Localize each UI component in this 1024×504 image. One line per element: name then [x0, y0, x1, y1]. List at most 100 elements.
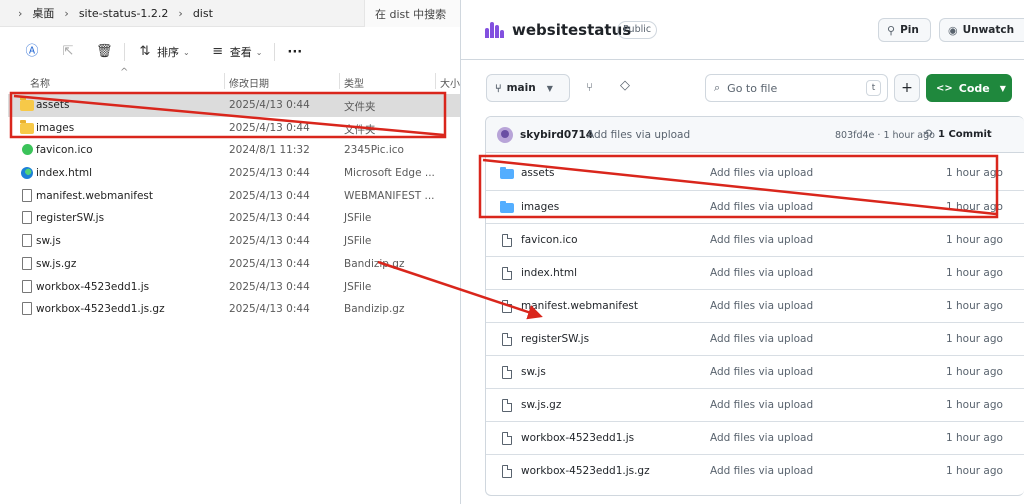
eye-icon: ◉: [948, 23, 958, 37]
repo-file-name[interactable]: workbox-4523edd1.js.gz: [521, 465, 650, 477]
repo-file-row[interactable]: registerSW.js Add files via upload 1 hou…: [486, 322, 1024, 355]
repo-file-row[interactable]: manifest.webmanifest Add files via uploa…: [486, 289, 1024, 322]
repo-file-name[interactable]: favicon.ico: [521, 234, 578, 246]
folder-icon: [20, 97, 34, 111]
file-date: 2025/4/13 0:44: [229, 235, 310, 248]
repo-file-time: 1 hour ago: [946, 300, 1003, 312]
repo-file-commit-message[interactable]: Add files via upload: [710, 201, 813, 213]
repo-file-name[interactable]: workbox-4523edd1.js: [521, 432, 634, 444]
repo-file-row[interactable]: assets Add files via upload 1 hour ago: [486, 157, 1024, 190]
commit-author[interactable]: skybird0714: [520, 129, 593, 141]
repo-file-name[interactable]: sw.js: [521, 366, 546, 378]
tags-icon[interactable]: ◇: [620, 78, 630, 93]
repo-file-name[interactable]: images: [521, 201, 559, 213]
repo-file-name[interactable]: sw.js.gz: [521, 399, 561, 411]
repo-header: websitestatus Public ⚲ Pin ◉ Unwatch: [461, 0, 1024, 60]
more-options-button[interactable]: ···: [281, 40, 308, 64]
file-name: assets: [36, 99, 70, 111]
repo-file-commit-message[interactable]: Add files via upload: [710, 432, 813, 444]
repo-file-commit-message[interactable]: Add files via upload: [710, 366, 813, 378]
pin-button[interactable]: ⚲ Pin: [878, 18, 931, 42]
column-divider[interactable]: [339, 73, 340, 89]
commit-message[interactable]: Add files via upload: [587, 129, 690, 141]
explorer-file-list: assets 2025/4/13 0:44 文件夹 images 2025/4/…: [8, 94, 460, 321]
column-header-type[interactable]: 类型: [344, 75, 364, 90]
file-row[interactable]: favicon.ico 2024/8/1 11:32 2345Pic.ico: [8, 139, 460, 162]
view-button[interactable]: ≡ 查看 ⌄: [204, 40, 269, 64]
delete-button[interactable]: 🗑: [90, 40, 118, 64]
repo-file-name[interactable]: registerSW.js: [521, 333, 589, 345]
file-row[interactable]: manifest.webmanifest 2025/4/13 0:44 WEBM…: [8, 185, 460, 208]
repo-file-commit-message[interactable]: Add files via upload: [710, 399, 813, 411]
file-row[interactable]: sw.js 2025/4/13 0:44 JSFile: [8, 230, 460, 253]
file-date: 2025/4/13 0:44: [229, 303, 310, 316]
repo-file-commit-message[interactable]: Add files via upload: [710, 234, 813, 246]
commit-hash-time[interactable]: 803fd4e · 1 hour ago: [835, 130, 935, 141]
repo-name[interactable]: websitestatus: [512, 21, 631, 39]
go-to-file-input[interactable]: ⌕ Go to file t: [705, 74, 888, 102]
sort-button[interactable]: ⇅ 排序 ⌄: [131, 40, 196, 64]
code-button[interactable]: <> Code ▼: [926, 74, 1012, 102]
repo-file-row[interactable]: workbox-4523edd1.js.gz Add files via upl…: [486, 454, 1024, 487]
repo-file-row[interactable]: favicon.ico Add files via upload 1 hour …: [486, 223, 1024, 256]
file-row[interactable]: workbox-4523edd1.js 2025/4/13 0:44 JSFil…: [8, 276, 460, 299]
file-row[interactable]: sw.js.gz 2025/4/13 0:44 Bandizip.gz: [8, 253, 460, 276]
file-icon: [22, 256, 32, 270]
repo-file-commit-message[interactable]: Add files via upload: [710, 167, 813, 179]
add-file-button[interactable]: +: [894, 74, 920, 102]
commit-count[interactable]: 1 Commit: [938, 129, 992, 140]
column-header-name[interactable]: 名称: [30, 75, 50, 90]
ai-assist-button[interactable]: Ⓐ: [18, 40, 46, 64]
repo-file-time: 1 hour ago: [946, 267, 1003, 279]
repo-file-name[interactable]: assets: [521, 167, 554, 179]
explorer-search-input[interactable]: 在 dist 中搜索: [364, 0, 460, 27]
image-file-icon: [22, 144, 33, 156]
file-row[interactable]: registerSW.js 2025/4/13 0:44 JSFile: [8, 207, 460, 230]
file-type: 文件夹: [344, 123, 376, 136]
avatar[interactable]: [497, 127, 513, 143]
search-icon: ⌕: [714, 81, 721, 94]
folder-icon: [500, 201, 514, 213]
repo-file-commit-message[interactable]: Add files via upload: [710, 465, 813, 477]
repo-file-row[interactable]: workbox-4523edd1.js Add files via upload…: [486, 421, 1024, 454]
repo-file-time: 1 hour ago: [946, 366, 1003, 378]
column-header-size[interactable]: 大小: [440, 75, 460, 90]
breadcrumb-desktop[interactable]: 桌面: [28, 3, 58, 23]
repo-file-commit-message[interactable]: Add files via upload: [710, 333, 813, 345]
repo-file-name[interactable]: manifest.webmanifest: [521, 300, 638, 312]
file-date: 2025/4/13 0:44: [229, 99, 310, 111]
file-date: 2025/4/13 0:44: [229, 167, 310, 180]
file-name: sw.js.gz: [36, 257, 77, 270]
repo-file-row[interactable]: index.html Add files via upload 1 hour a…: [486, 256, 1024, 289]
repo-file-name[interactable]: index.html: [521, 267, 577, 279]
unwatch-button[interactable]: ◉ Unwatch: [939, 18, 1024, 42]
chevron-right-icon: ›: [18, 6, 23, 20]
file-name: index.html: [36, 167, 92, 180]
file-row[interactable]: index.html 2025/4/13 0:44 Microsoft Edge…: [8, 162, 460, 185]
branch-icon: ⑂: [495, 81, 502, 95]
folder-icon: [500, 167, 514, 179]
file-icon: [502, 234, 512, 247]
column-header-date[interactable]: 修改日期: [229, 75, 269, 90]
repo-file-row[interactable]: images Add files via upload 1 hour ago: [486, 190, 1024, 223]
file-name: workbox-4523edd1.js.gz: [36, 303, 165, 316]
repo-file-commit-message[interactable]: Add files via upload: [710, 267, 813, 279]
file-type: Bandizip.gz: [344, 303, 405, 316]
file-row[interactable]: images 2025/4/13 0:44 文件夹: [8, 117, 460, 140]
breadcrumb-site-status[interactable]: site-status-1.2.2: [75, 5, 173, 22]
file-date: 2025/4/13 0:44: [229, 212, 310, 225]
share-button[interactable]: ⇱: [54, 40, 82, 64]
file-row[interactable]: workbox-4523edd1.js.gz 2025/4/13 0:44 Ba…: [8, 298, 460, 321]
branch-select-button[interactable]: ⑂ main ▼: [486, 74, 570, 102]
file-explorer-window: › 桌面 › site-status-1.2.2 › dist 在 dist 中…: [0, 0, 460, 504]
repo-file-row[interactable]: sw.js.gz Add files via upload 1 hour ago: [486, 388, 1024, 421]
breadcrumb-dist[interactable]: dist: [189, 5, 217, 22]
repo-file-commit-message[interactable]: Add files via upload: [710, 300, 813, 312]
chevron-right-icon: ›: [178, 6, 183, 20]
column-divider[interactable]: [435, 73, 436, 89]
file-name: registerSW.js: [36, 212, 105, 225]
column-divider[interactable]: [224, 73, 225, 89]
repo-file-row[interactable]: sw.js Add files via upload 1 hour ago: [486, 355, 1024, 388]
file-row[interactable]: assets 2025/4/13 0:44 文件夹: [8, 94, 460, 117]
branches-icon[interactable]: ⑂: [586, 80, 593, 94]
